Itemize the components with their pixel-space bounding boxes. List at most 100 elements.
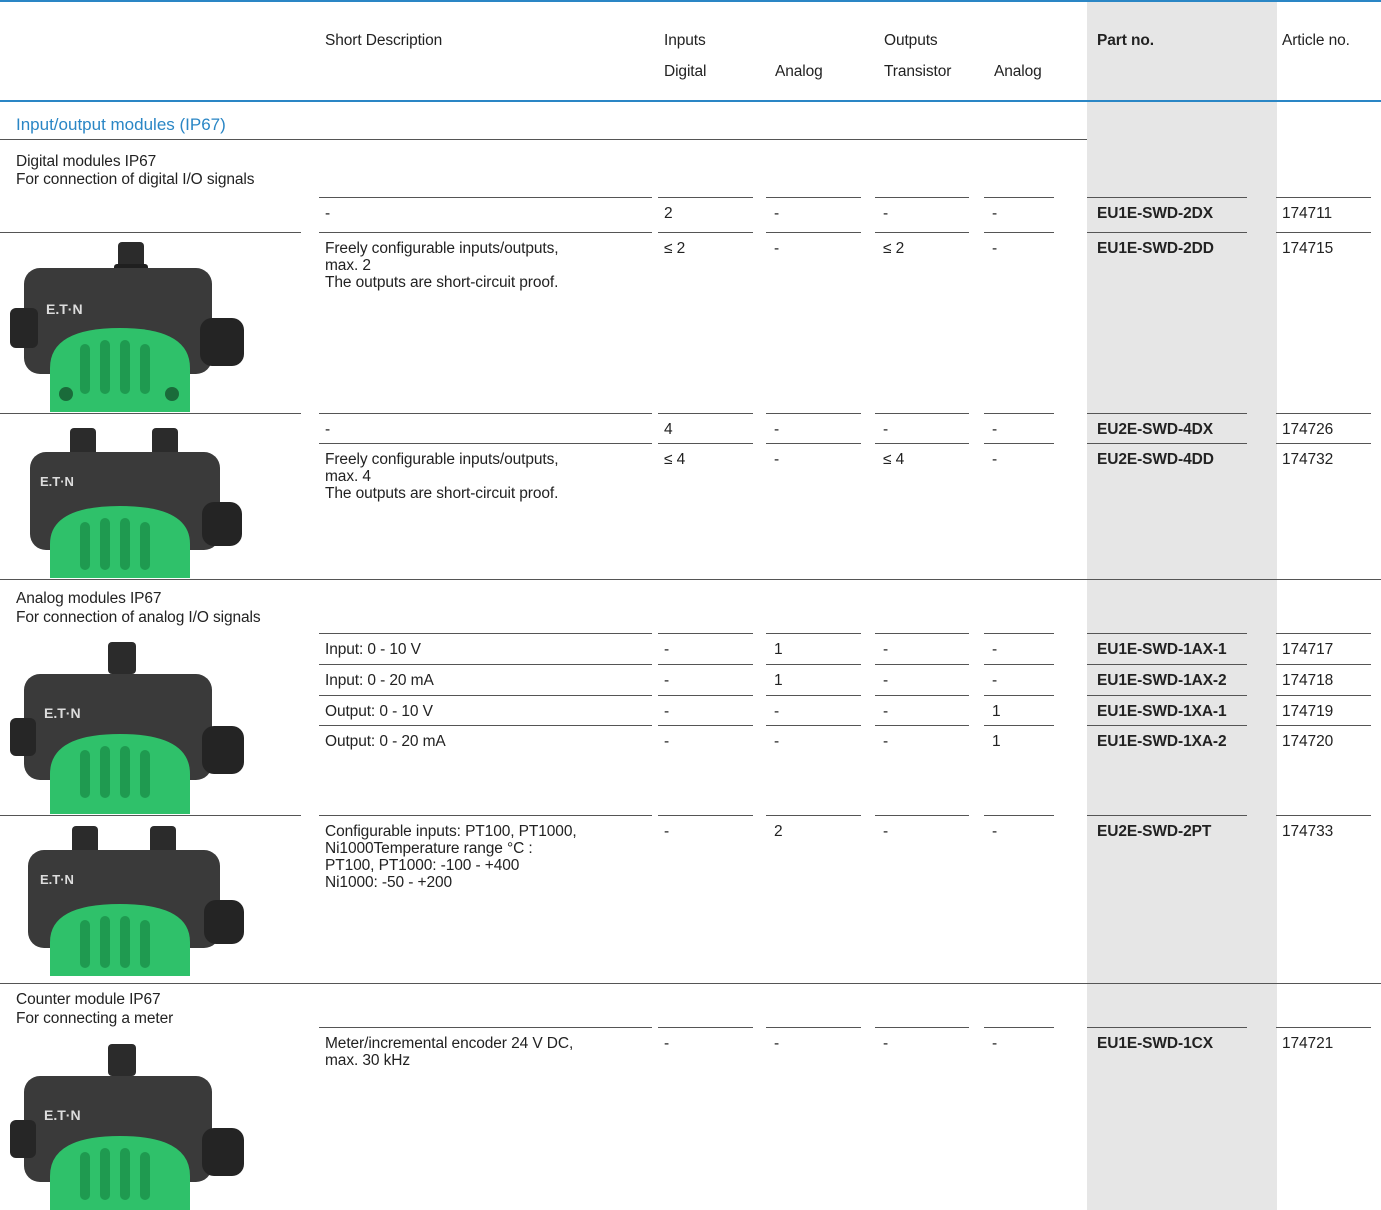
group-subtitle-counter: For connecting a meter [16, 1010, 174, 1027]
cell-rule [658, 232, 753, 233]
cell-rule [766, 664, 861, 665]
cell-rule [319, 695, 652, 696]
cell-rule [1087, 664, 1247, 665]
cell-article: 174711 [1282, 205, 1332, 222]
cell-article: 174718 [1282, 672, 1334, 689]
cell-desc: - [325, 421, 331, 438]
cell-rule [658, 725, 753, 726]
top-rule [0, 0, 1381, 2]
cell-out-analog: - [992, 451, 998, 468]
header-inputs-digital: Digital [664, 63, 707, 80]
cell-in-analog: - [774, 1035, 780, 1052]
cell-desc: Meter/incremental encoder 24 V DC, max. … [325, 1035, 574, 1069]
cell-article: 174726 [1282, 421, 1334, 438]
cell-out-transistor: - [883, 1035, 889, 1052]
cell-in-analog: - [774, 733, 780, 750]
header-inputs: Inputs [664, 32, 706, 49]
io-module-image: E.T·N [10, 1044, 244, 1210]
cell-part: EU1E-SWD-1AX-1 [1097, 641, 1227, 658]
cell-part: EU1E-SWD-1XA-1 [1097, 703, 1227, 720]
cell-rule [984, 695, 1054, 696]
cell-part: EU1E-SWD-1CX [1097, 1035, 1213, 1052]
cell-article: 174719 [1282, 703, 1334, 720]
cell-rule [875, 815, 969, 816]
image-separator [0, 413, 301, 414]
cell-out-transistor: ≤ 2 [883, 240, 905, 257]
product-image-eu2e-analog: E.T·N [10, 820, 260, 976]
product-image-eu1e-counter: E.T·N [10, 1040, 260, 1210]
cell-rule [875, 413, 969, 414]
header-part-no: Part no. [1097, 32, 1154, 49]
cell-in-digital: - [664, 672, 670, 689]
cell-out-analog: - [992, 823, 998, 840]
header-outputs: Outputs [884, 32, 938, 49]
group-title-counter: Counter module IP67 [16, 991, 161, 1008]
cell-out-analog: - [992, 1035, 998, 1052]
group-subtitle-analog: For connection of analog I/O signals [16, 609, 261, 626]
cell-rule [984, 725, 1054, 726]
cell-rule [658, 664, 753, 665]
cell-out-transistor: - [883, 733, 889, 750]
cell-rule [875, 664, 969, 665]
cell-in-analog: - [774, 240, 780, 257]
cell-rule [1087, 443, 1247, 444]
cell-rule [984, 197, 1054, 198]
brand-logo: E.T·N [40, 474, 74, 489]
product-image-eu2e-digital: E.T·N [10, 418, 260, 578]
cell-rule [1276, 815, 1371, 816]
cell-rule [875, 443, 969, 444]
cell-article: 174733 [1282, 823, 1334, 840]
cell-rule [319, 443, 652, 444]
cell-rule [1276, 664, 1371, 665]
cell-rule [319, 1027, 652, 1028]
cell-rule [766, 725, 861, 726]
cell-rule [658, 695, 753, 696]
cell-out-analog: - [992, 240, 998, 257]
cell-rule [658, 443, 753, 444]
cell-rule [875, 725, 969, 726]
io-module-image: E.T·N [28, 826, 244, 976]
cell-rule [1087, 725, 1247, 726]
cell-out-transistor: - [883, 641, 889, 658]
cell-rule [1087, 232, 1247, 233]
cell-out-analog: 1 [992, 703, 1001, 720]
cell-rule [319, 232, 652, 233]
cell-out-analog: - [992, 672, 998, 689]
product-image-eu1e-digital: E.T·N [10, 236, 260, 412]
group-subtitle-digital: For connection of digital I/O signals [16, 171, 255, 188]
io-module-image: E.T·N [10, 242, 244, 412]
brand-logo: E.T·N [40, 872, 74, 887]
cell-article: 174721 [1282, 1035, 1334, 1052]
header-outputs-transistor: Transistor [884, 63, 952, 80]
cell-out-transistor: - [883, 823, 889, 840]
image-separator [0, 815, 301, 816]
cell-rule [984, 633, 1054, 634]
cell-rule [984, 1027, 1054, 1028]
cell-rule [1276, 725, 1371, 726]
section-title: Input/output modules (IP67) [16, 115, 226, 134]
cell-in-digital: - [664, 823, 670, 840]
cell-rule [1276, 633, 1371, 634]
cell-in-digital: 4 [664, 421, 673, 438]
cell-rule [766, 815, 861, 816]
cell-rule [1087, 1027, 1247, 1028]
cell-rule [766, 633, 861, 634]
cell-rule [875, 197, 969, 198]
cell-in-digital: ≤ 2 [664, 240, 686, 257]
cell-rule [1276, 413, 1371, 414]
group-separator [0, 579, 1381, 580]
brand-logo: E.T·N [44, 705, 81, 721]
cell-rule [875, 232, 969, 233]
cell-part: EU1E-SWD-2DX [1097, 205, 1213, 222]
cell-out-transistor: - [883, 703, 889, 720]
header-inputs-analog: Analog [775, 63, 823, 80]
cell-rule [1087, 633, 1247, 634]
cell-desc: - [325, 205, 331, 222]
cell-rule [766, 695, 861, 696]
cell-rule [319, 197, 652, 198]
cell-article: 174720 [1282, 733, 1334, 750]
cell-article: 174715 [1282, 240, 1334, 257]
cell-desc: Input: 0 - 10 V [325, 641, 421, 658]
cell-rule [1087, 815, 1247, 816]
cell-out-transistor: - [883, 421, 889, 438]
